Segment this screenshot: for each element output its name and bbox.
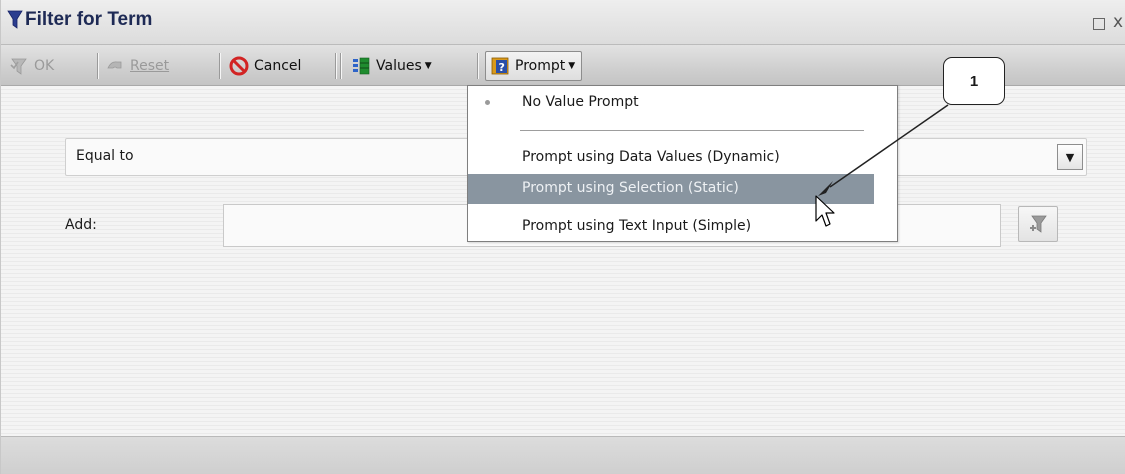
menu-item-label: Prompt using Text Input (Simple) [522,218,752,234]
title-bar: Filter for Term x [1,0,1125,44]
chevron-down-icon[interactable]: ▼ [1057,144,1083,170]
annotation-callout: 1 [943,57,1005,105]
svg-text:?: ? [499,61,505,74]
add-filter-icon [1030,215,1047,233]
funnel-check-icon [10,58,27,75]
prompt-label: Prompt [515,58,566,74]
menu-item-prompt-data-values[interactable]: Prompt using Data Values (Dynamic) [468,143,874,173]
status-bar [1,436,1125,474]
prompt-button[interactable]: ? Prompt ▼ [485,51,583,81]
funnel-icon [7,10,23,29]
values-button[interactable]: Values ▼ [351,51,432,81]
prompt-icon: ? [491,57,509,75]
menu-item-prompt-selection[interactable]: Prompt using Selection (Static) [468,174,874,204]
values-icon [353,57,370,75]
ok-label: OK [34,58,55,74]
menu-item-label: No Value Prompt [522,94,639,110]
reset-label: Reset [130,58,170,74]
dialog-title: Filter for Term [25,9,153,30]
values-label: Values [376,58,422,74]
menu-item-prompt-text-input[interactable]: Prompt using Text Input (Simple) [468,212,874,242]
add-filter-button[interactable] [1018,206,1058,242]
add-label: Add: [65,217,97,233]
menu-separator [520,130,864,131]
menu-item-label: Prompt using Data Values (Dynamic) [522,149,780,165]
menu-item-no-value-prompt[interactable]: No Value Prompt [468,88,874,118]
reset-button[interactable]: Reset [105,51,169,81]
chevron-down-icon: ▼ [568,61,576,71]
ok-button[interactable]: OK [9,51,54,81]
operator-value: Equal to [76,148,134,164]
menu-item-label: Prompt using Selection (Static) [522,180,739,196]
cancel-icon [229,56,249,76]
toolbar-separator [477,53,479,79]
prompt-dropdown-menu: No Value Prompt Prompt using Data Values… [467,85,898,242]
selected-indicator-icon [485,100,490,105]
cancel-label: Cancel [254,58,302,74]
toolbar-separator [219,53,221,79]
toolbar-separator [335,53,337,79]
cancel-button[interactable]: Cancel [229,51,301,81]
reset-icon [107,61,122,69]
close-button[interactable]: x [1111,14,1125,31]
toolbar-separator [97,53,99,79]
toolbar-separator [340,53,342,79]
maximize-button[interactable] [1093,18,1105,30]
chevron-down-icon: ▼ [424,61,432,71]
